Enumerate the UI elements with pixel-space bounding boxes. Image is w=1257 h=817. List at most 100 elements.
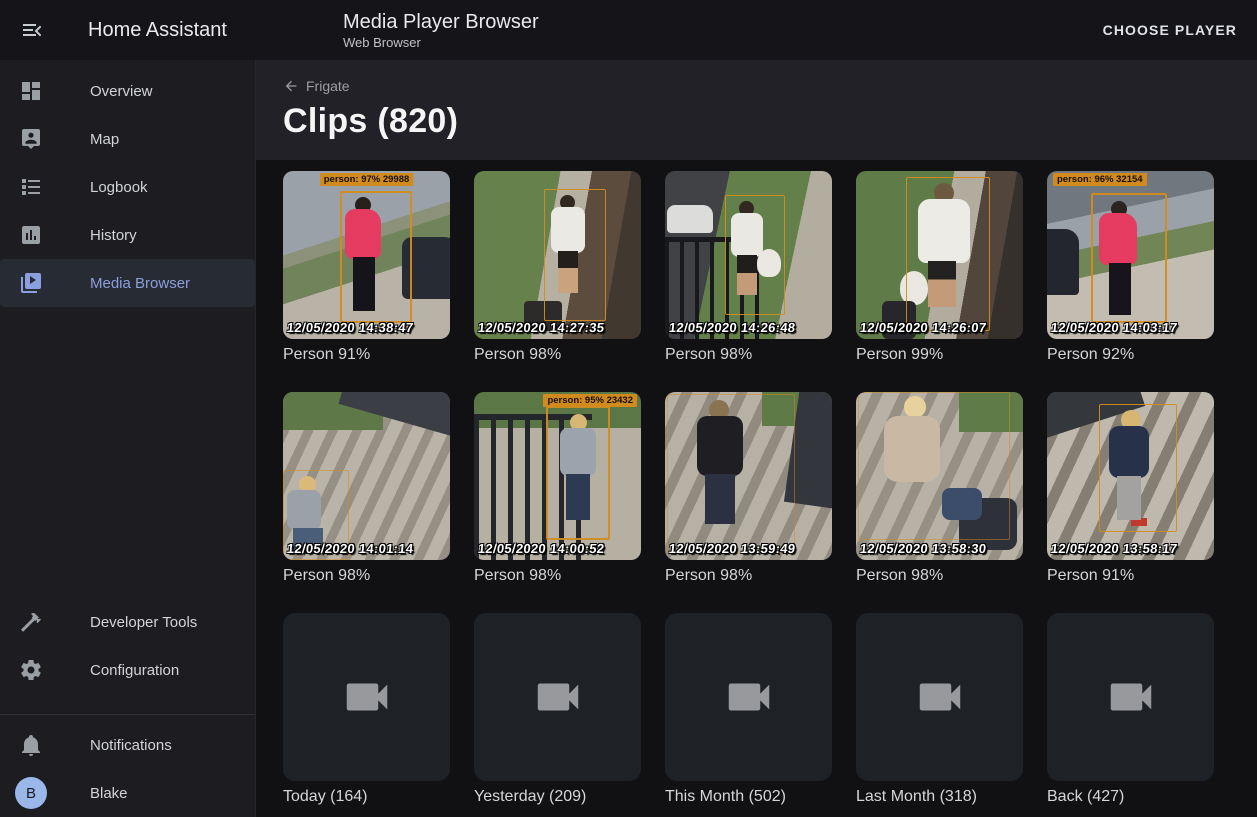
page-title: Media Player Browser	[343, 10, 1095, 34]
timestamp-overlay: 12/05/2020 13:58:17	[1050, 541, 1178, 556]
breadcrumb-label: Frigate	[306, 78, 350, 94]
clip-caption: Person 98%	[474, 346, 641, 364]
folder-card-this-month-502[interactable]: This Month (502)	[665, 613, 832, 806]
app-name: Home Assistant	[88, 19, 227, 42]
sidebar-item-blake[interactable]: B Blake	[0, 769, 255, 817]
video-icon	[1104, 670, 1158, 724]
folder-card-last-month-318[interactable]: Last Month (318)	[856, 613, 1023, 806]
bell-icon	[19, 733, 43, 757]
clip-card[interactable]: person: 97% 29988 12/05/2020 14:38:47 Pe…	[283, 171, 450, 364]
sidebar-item-notifications[interactable]: Notifications	[0, 721, 255, 769]
clip-card[interactable]: 12/05/2020 13:58:30 Person 98%	[856, 392, 1023, 585]
clip-card[interactable]: person: 95% 23432 12/05/2020 14:00:52 Pe…	[474, 392, 641, 585]
sidebar-item-developer-tools[interactable]: Developer Tools	[0, 598, 255, 646]
sidebar-item-map[interactable]: Map	[0, 115, 255, 163]
clip-caption: Person 98%	[665, 567, 832, 585]
folder-label: Yesterday (209)	[474, 788, 641, 806]
gear-icon	[19, 658, 43, 682]
timestamp-overlay: 12/05/2020 13:59:49	[668, 541, 796, 556]
clip-thumbnail: person: 96% 32154 12/05/2020 14:03:17	[1047, 171, 1214, 339]
sidebar-item-media-browser[interactable]: Media Browser	[0, 259, 255, 307]
detection-bounding-box	[546, 406, 610, 540]
clip-caption: Person 91%	[283, 346, 450, 364]
avatar: B	[15, 777, 47, 809]
video-icon	[340, 670, 394, 724]
detection-bounding-box	[667, 394, 795, 554]
page-subtitle: Web Browser	[343, 34, 1095, 51]
play-box-multiple-icon	[19, 271, 43, 295]
hammer-icon	[19, 610, 43, 634]
topbar-left: Home Assistant	[0, 18, 256, 42]
detection-label: person: 96% 32154	[1053, 173, 1147, 186]
detection-bounding-box	[906, 177, 990, 331]
sidebar-item-configuration[interactable]: Configuration	[0, 646, 255, 694]
clip-thumbnail: 12/05/2020 13:58:17	[1047, 392, 1214, 560]
media-browser-content: Frigate Clips (820) person: 97% 29988 12…	[256, 60, 1257, 817]
detection-bounding-box	[1099, 404, 1177, 532]
detection-label: person: 97% 29988	[320, 173, 414, 186]
clip-card[interactable]: 12/05/2020 13:59:49 Person 98%	[665, 392, 832, 585]
clip-card[interactable]: person: 96% 32154 12/05/2020 14:03:17 Pe…	[1047, 171, 1214, 364]
clip-thumbnail: 12/05/2020 13:59:49	[665, 392, 832, 560]
clip-caption: Person 98%	[665, 346, 832, 364]
clip-thumbnail: person: 95% 23432 12/05/2020 14:00:52	[474, 392, 641, 560]
sidebar-item-history[interactable]: History	[0, 211, 255, 259]
arrow-left-icon	[283, 78, 299, 94]
clip-caption: Person 92%	[1047, 346, 1214, 364]
page-heading: Clips (820)	[283, 102, 1257, 141]
topbar-title-block: Media Player Browser Web Browser	[256, 10, 1095, 51]
clip-caption: Person 98%	[856, 567, 1023, 585]
clip-card[interactable]: 12/05/2020 14:27:35 Person 98%	[474, 171, 641, 364]
detection-bounding-box	[340, 191, 412, 323]
timestamp-overlay: 12/05/2020 14:26:48	[668, 320, 796, 335]
breadcrumb-back[interactable]: Frigate	[283, 78, 350, 94]
choose-player-button[interactable]: CHOOSE PLAYER	[1095, 12, 1245, 48]
folder-card-today-164[interactable]: Today (164)	[283, 613, 450, 806]
timestamp-overlay: 12/05/2020 14:26:07	[859, 320, 987, 335]
folder-card-back-427[interactable]: Back (427)	[1047, 613, 1214, 806]
clip-thumbnail: 12/05/2020 14:26:07	[856, 171, 1023, 339]
sidebar-nav-footer: Notifications B Blake	[0, 721, 255, 817]
clip-thumbnail: person: 97% 29988 12/05/2020 14:38:47	[283, 171, 450, 339]
video-icon	[722, 670, 776, 724]
folder-label: Today (164)	[283, 788, 450, 806]
detection-bounding-box	[725, 195, 785, 315]
sidebar-spacer	[0, 307, 255, 598]
video-icon	[531, 670, 585, 724]
detection-bounding-box	[544, 189, 606, 321]
sidebar-item-overview[interactable]: Overview	[0, 67, 255, 115]
timestamp-overlay: 12/05/2020 14:38:47	[286, 320, 414, 335]
logbook-list-icon	[19, 175, 43, 199]
scene-object	[1047, 229, 1079, 295]
clips-grid: person: 97% 29988 12/05/2020 14:38:47 Pe…	[256, 160, 1257, 806]
clip-thumbnail: 12/05/2020 14:01:14	[283, 392, 450, 560]
clip-card[interactable]: 12/05/2020 14:26:48 Person 98%	[665, 171, 832, 364]
sidebar-toggle-button[interactable]	[20, 18, 44, 42]
clip-caption: Person 98%	[283, 567, 450, 585]
clip-thumbnail: 12/05/2020 14:27:35	[474, 171, 641, 339]
video-icon	[913, 670, 967, 724]
folder-card-yesterday-209[interactable]: Yesterday (209)	[474, 613, 641, 806]
folder-label: This Month (502)	[665, 788, 832, 806]
folder-label: Last Month (318)	[856, 788, 1023, 806]
content-header: Frigate Clips (820)	[256, 60, 1257, 160]
clip-card[interactable]: 12/05/2020 14:01:14 Person 98%	[283, 392, 450, 585]
sidebar-nav-tools: Developer Tools Configuration	[0, 598, 255, 694]
view-dashboard-icon	[19, 79, 43, 103]
clip-card[interactable]: 12/05/2020 14:26:07 Person 99%	[856, 171, 1023, 364]
sidebar: Overview Map Logbook History Media Brows…	[0, 60, 256, 817]
clip-caption: Person 98%	[474, 567, 641, 585]
detection-label: person: 95% 23432	[543, 394, 637, 407]
clip-thumbnail: 12/05/2020 14:26:48	[665, 171, 832, 339]
clip-card[interactable]: 12/05/2020 13:58:17 Person 91%	[1047, 392, 1214, 585]
sidebar-nav-main: Overview Map Logbook History Media Brows…	[0, 67, 255, 307]
timestamp-overlay: 12/05/2020 14:01:14	[286, 541, 414, 556]
sidebar-item-logbook[interactable]: Logbook	[0, 163, 255, 211]
chart-box-icon	[19, 223, 43, 247]
folder-label: Back (427)	[1047, 788, 1214, 806]
sidebar-divider	[0, 714, 255, 715]
clip-thumbnail: 12/05/2020 13:58:30	[856, 392, 1023, 560]
scene-object	[667, 205, 713, 233]
clip-caption: Person 99%	[856, 346, 1023, 364]
app-window: Home Assistant Media Player Browser Web …	[0, 0, 1257, 817]
